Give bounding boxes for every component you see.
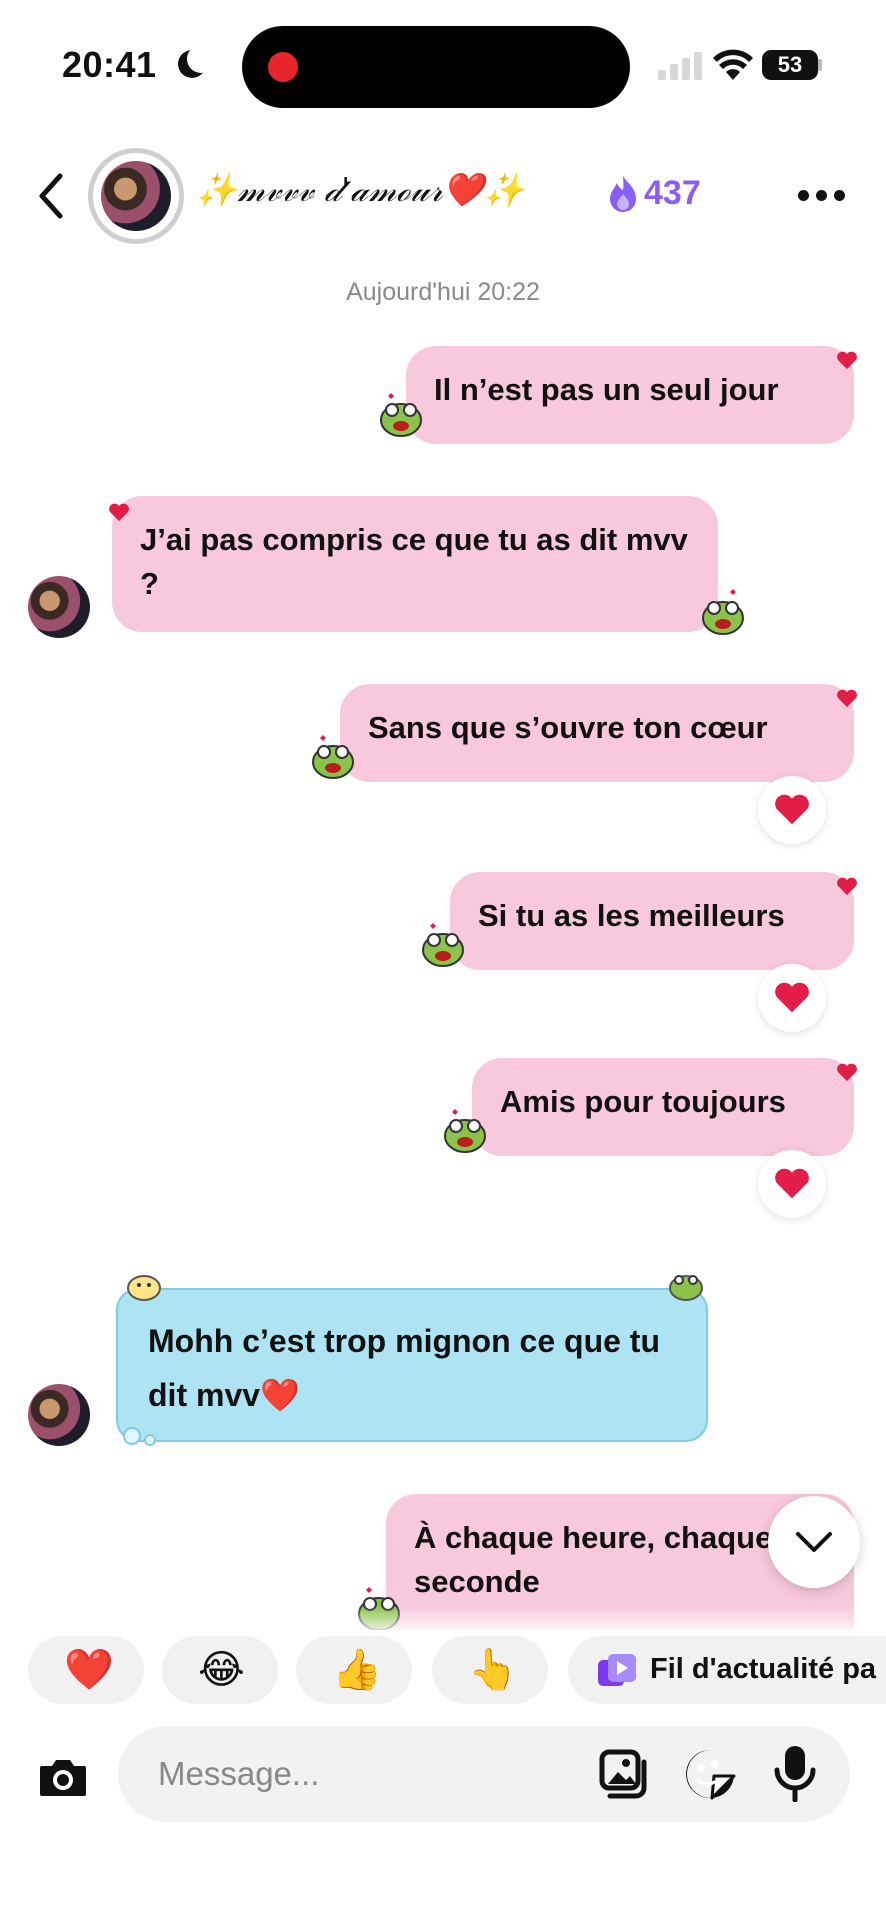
frog-sticker-icon [380, 393, 422, 437]
message-input[interactable] [118, 1726, 850, 1822]
wifi-icon [713, 49, 753, 80]
heart-decoration-icon [837, 1063, 857, 1081]
frog-sticker-icon [422, 923, 464, 967]
chat-title[interactable]: ✨𝓂𝓋𝓋𝓋 𝒹'𝒶𝓂ℴ𝓊𝓇❤️✨ [196, 170, 525, 210]
message-reaction[interactable] [758, 776, 826, 844]
laughing-emoji-icon: 😂 [198, 1648, 245, 1692]
message-text: J’ai pas compris ce que tu as dit mvv ? [140, 522, 688, 601]
message-text: Mohh c’est trop mignon ce que tu dit mvv… [148, 1323, 660, 1413]
heart-reaction-icon [775, 982, 809, 1013]
camera-icon[interactable] [38, 1754, 88, 1798]
microphone-icon[interactable] [772, 1744, 818, 1802]
focus-moon-icon [178, 45, 215, 78]
quick-reaction-laugh[interactable]: 😂 [162, 1636, 278, 1704]
more-options-icon[interactable] [798, 190, 846, 204]
message-reaction[interactable] [758, 964, 826, 1032]
heart-emoji-icon: ❤️ [64, 1648, 114, 1692]
message-text: Amis pour toujours [500, 1084, 786, 1119]
feed-label: Fil d'actualité pa [650, 1653, 877, 1685]
heart-reaction-icon [775, 794, 809, 825]
point-up-emoji-icon: 👆 [468, 1648, 518, 1692]
thumbs-up-emoji-icon: 👍 [332, 1648, 382, 1692]
quick-reaction-point-up[interactable]: 👆 [432, 1636, 548, 1704]
sticker-icon[interactable] [684, 1748, 736, 1800]
avatar-photo [101, 161, 171, 231]
quick-reaction-thumbs-up[interactable]: 👍 [296, 1636, 412, 1704]
heart-decoration-icon [109, 503, 129, 521]
back-arrow-icon[interactable] [34, 172, 66, 220]
message-text: Si tu as les meilleurs [478, 898, 785, 933]
message-text: À chaque heure, chaque seconde [414, 1520, 773, 1599]
message-bubble-incoming[interactable]: J’ai pas compris ce que tu as dit mvv ? [112, 496, 718, 632]
chevron-down-icon [796, 1532, 832, 1552]
frog-sticker-icon [444, 1109, 486, 1153]
quick-reaction-heart[interactable]: ❤️ [28, 1636, 144, 1704]
sender-avatar[interactable] [28, 576, 90, 638]
sender-avatar[interactable] [28, 1384, 90, 1446]
heart-decoration-icon [837, 689, 857, 707]
reels-feed-icon [598, 1654, 636, 1686]
battery-indicator: 53 [762, 50, 818, 80]
feed-share-chip[interactable]: Fil d'actualité pa [568, 1636, 886, 1704]
status-time: 20:41 [62, 44, 157, 85]
heart-decoration-icon [837, 351, 857, 369]
message-bubble-outgoing[interactable]: Si tu as les meilleurs [450, 872, 854, 970]
message-bubble-outgoing[interactable]: Amis pour toujours [472, 1058, 854, 1156]
heart-decoration-icon [837, 877, 857, 895]
scroll-to-bottom-button[interactable] [768, 1496, 860, 1588]
frog-sticker-icon [702, 589, 744, 635]
streak-count: 437 [644, 174, 701, 212]
chat-avatar[interactable] [88, 148, 184, 244]
battery-tip [818, 59, 822, 71]
streak-flame-icon [610, 176, 636, 212]
gallery-icon[interactable] [598, 1748, 650, 1800]
message-text: Il n’est pas un seul jour [434, 372, 779, 407]
message-bubble-outgoing[interactable]: Sans que s’ouvre ton cœur [340, 684, 854, 782]
dynamic-island [242, 26, 630, 108]
chick-sticker-icon [127, 1275, 161, 1301]
message-text: Sans que s’ouvre ton cœur [368, 710, 768, 745]
bubbles-decoration-icon [123, 1427, 156, 1446]
recording-indicator-icon [268, 52, 298, 82]
message-reaction[interactable] [758, 1150, 826, 1218]
cellular-signal-icon [658, 52, 704, 80]
message-bubble-outgoing[interactable]: Il n’est pas un seul jour [406, 346, 854, 444]
date-stamp: Aujourd'hui 20:22 [346, 278, 540, 306]
message-bubble-incoming[interactable]: Mohh c’est trop mignon ce que tu dit mvv… [116, 1288, 708, 1442]
frog-sticker-icon [669, 1275, 703, 1301]
frog-sticker-icon [312, 735, 354, 779]
heart-reaction-icon [775, 1168, 809, 1199]
